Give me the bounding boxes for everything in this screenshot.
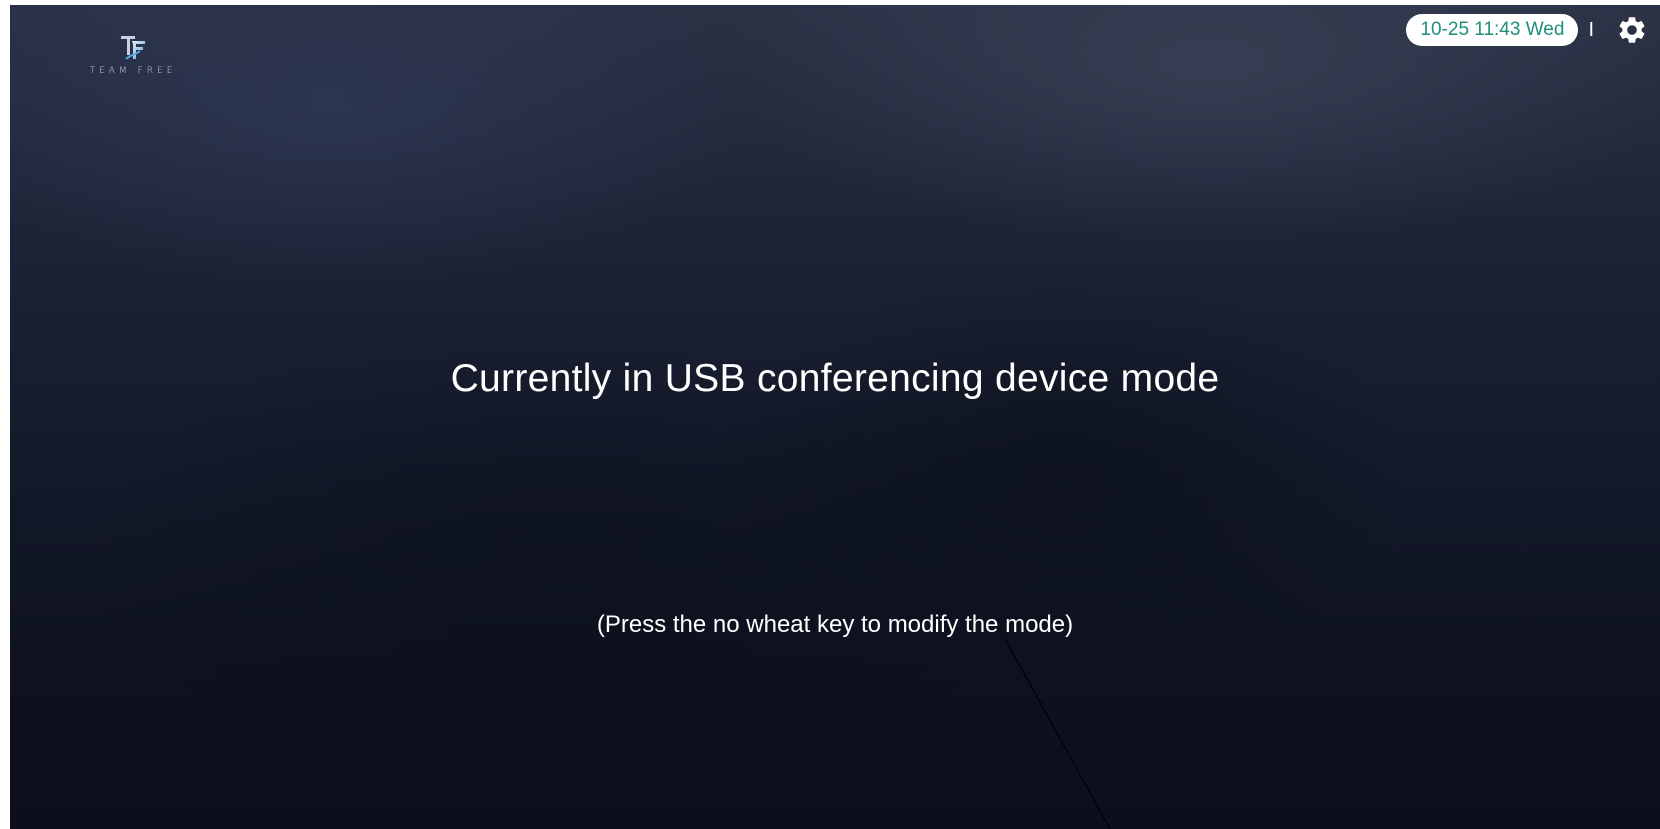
usb-mode-screen: TEAM FREE 10-25 11:43 Wed I Currently in… — [10, 5, 1660, 829]
pointer-line — [1004, 638, 1111, 829]
